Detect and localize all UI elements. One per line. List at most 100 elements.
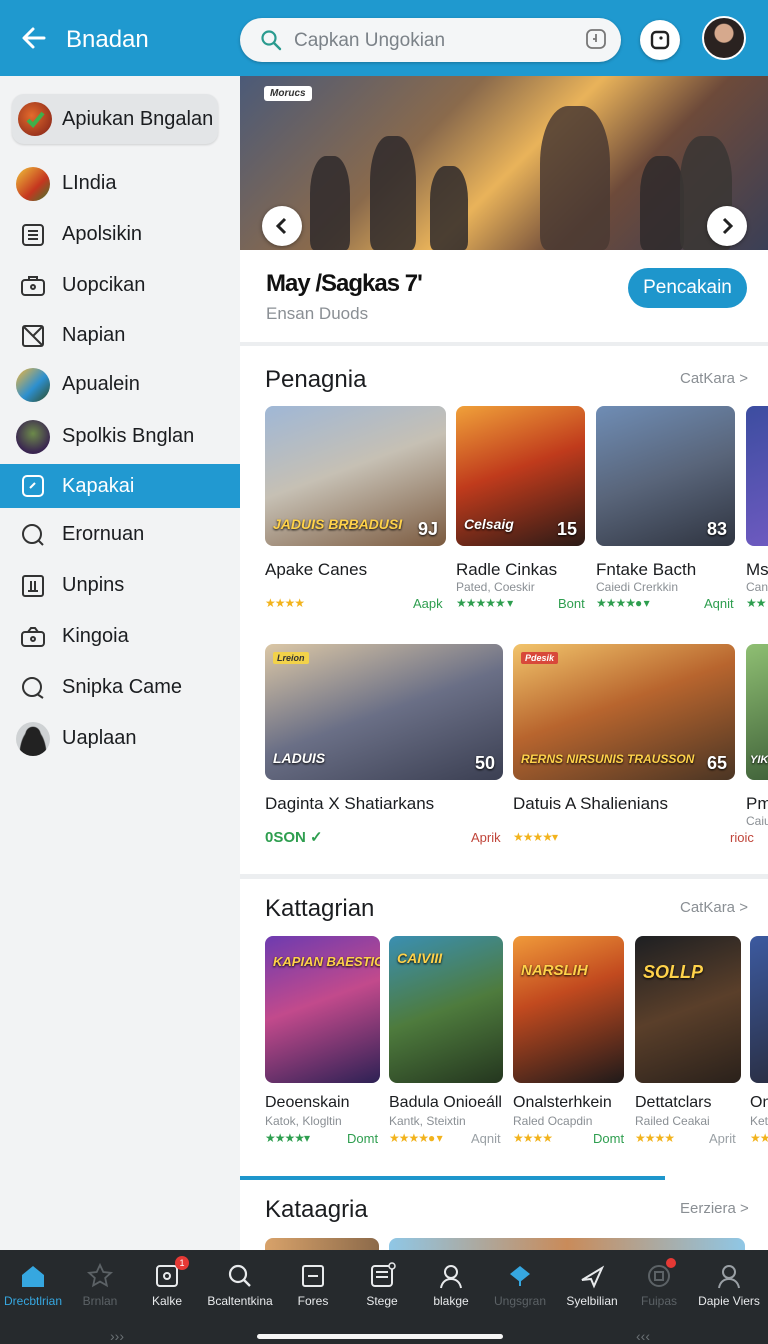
section-see-all-link[interactable]: CatKara > [680, 370, 748, 387]
nav-label: Stege [366, 1294, 398, 1308]
game-name: Deoenskain [265, 1094, 350, 1111]
section-see-all-link[interactable]: Eerziera > [680, 1200, 749, 1217]
sidebar-item-kingoia[interactable]: Kingoia [0, 613, 240, 659]
sidebar-item-erornuan[interactable]: Erornuan [0, 511, 240, 557]
game-card[interactable]: Celsaig 15 Radle Cinkas Pated, Coeskir ★… [456, 406, 586, 616]
nav-label: Fuipas [640, 1294, 678, 1308]
sidebar-item-unpins[interactable]: Unpins [0, 562, 240, 608]
thumbnail-title: CAIVIII [397, 950, 443, 966]
game-card[interactable]: KAPIAN BAESTIOS Deoenskain Katok, Kloglt… [265, 936, 380, 1156]
app-title: Bnadan [66, 26, 149, 53]
banner-next-button[interactable] [707, 206, 747, 246]
rating-badge: 83 [706, 519, 727, 539]
nav-item-home[interactable]: Drecbtlrian [0, 1250, 66, 1322]
nav-item-fuipas[interactable]: Fuipas [628, 1250, 690, 1322]
thumbnail-title: RERNS NIRSUNIS TRAUSSON [521, 752, 695, 766]
nav-item-profile[interactable]: blakge [418, 1250, 484, 1322]
game-card[interactable]: YIK Pm Caiu rioic [730, 644, 768, 854]
sidebar-item-label: Uaplaan [62, 727, 137, 749]
featured-action-button[interactable]: Pencakain [628, 268, 747, 308]
game-card[interactable]: NARSLIH Onalsterhkein Raled Ocapdin ★★★★… [513, 936, 625, 1156]
notification-badge: 1 [175, 1256, 189, 1270]
game-name: Ms [746, 560, 768, 579]
chevron-left-icon: ‹‹‹ [636, 1328, 650, 1344]
sidebar-item-label: Kapakai [62, 475, 135, 497]
featured-subtitle: Ensan Duods [266, 304, 369, 323]
rating-badge: 9J [417, 519, 438, 539]
nav-item-kalke[interactable]: 1 Kalke [134, 1250, 200, 1322]
user-avatar[interactable] [702, 16, 746, 60]
thumbnail-title: Celsaig [464, 516, 514, 532]
download-icon [22, 575, 44, 597]
sidebar-item-spolkis[interactable]: Spolkis Bnglan [0, 413, 240, 459]
game-meta: Aqnit [704, 596, 734, 611]
game-thumbnail: Pdesik RERNS NIRSUNIS TRAUSSON 65 [513, 644, 735, 780]
rating-badge: 15 [556, 519, 577, 539]
game-thumbnail[interactable] [389, 1238, 745, 1250]
chevron-right-icon: ››› [110, 1328, 124, 1344]
game-meta: Domt [347, 1131, 379, 1146]
game-thumbnail: 83 [596, 406, 735, 546]
game-card[interactable]: Ms Can ★★ [746, 406, 768, 616]
section-see-all-link[interactable]: CatKara > [680, 899, 748, 916]
chat-bubble-icon [22, 677, 44, 699]
search-icon [261, 30, 282, 51]
game-thumbnail: Celsaig 15 [456, 406, 585, 546]
thumbnail-tag: Lreion [273, 652, 309, 664]
thumbnail-title: YIK [750, 754, 768, 766]
hero-banner[interactable]: Morucs [240, 76, 768, 250]
briefcase-icon [21, 276, 45, 296]
sidebar-item-apualein[interactable]: Apualein [0, 361, 240, 407]
sidebar-item-snipka[interactable]: Snipka Came [0, 664, 240, 710]
game-card[interactable]: Lreion LADUIS 50 Daginta X Shatiarkans 0… [265, 644, 503, 854]
game-status: 0SON ✓ [265, 829, 323, 846]
game-thumbnail[interactable] [265, 1238, 379, 1250]
sidebar-item-apolsikin[interactable]: Apolsikin [0, 211, 240, 257]
sidebar-item-apiukan[interactable]: Apiukan Bngalan [12, 94, 218, 144]
sidebar-item-label: Apiukan Bngalan [62, 108, 214, 130]
nav-item-fores[interactable]: Fores [280, 1250, 346, 1322]
game-card[interactable]: On Ket ★★ [750, 936, 768, 1156]
nav-item-favorites[interactable]: Brnlan [66, 1250, 134, 1322]
banner-figure [430, 166, 468, 250]
game-card[interactable]: CAIVIII Badula Onioeáll Kantk, Steixtin … [389, 936, 503, 1156]
nav-item-ungsgran[interactable]: Ungsgran [484, 1250, 556, 1322]
game-card[interactable]: JADUIS BRBADUSI 9J Apake Canes ★★★★ Aapk [265, 406, 446, 616]
featured-title: May /Sagkas 7ʹ [266, 270, 423, 297]
game-name: Fntake Bacth [596, 560, 697, 579]
voice-search-icon[interactable] [585, 28, 607, 50]
game-meta: Aapk [413, 596, 443, 611]
banner-prev-button[interactable] [262, 206, 302, 246]
user-icon [718, 1265, 740, 1289]
nav-item-profile-view[interactable]: Dapie Viers [690, 1250, 768, 1322]
sidebar-item-kapakai[interactable]: Kapakai [0, 464, 240, 508]
star-rating: ★★★★★ ▾ [456, 596, 513, 610]
thumbnail-title: LADUIS [273, 750, 326, 766]
nav-item-syelbilian[interactable]: Syelbilian [556, 1250, 628, 1322]
game-meta: Aprik [471, 830, 501, 845]
game-developer: Pated, Coeskir [456, 580, 535, 594]
nav-label: blakge [433, 1294, 469, 1308]
sidebar-item-uaplaan[interactable]: Uaplaan [0, 715, 240, 761]
search-icon [228, 1264, 251, 1287]
star-rating: ★★★★▾ [513, 830, 558, 844]
game-name: Radle Cinkas [456, 560, 558, 579]
game-name: Pm [746, 794, 768, 813]
sidebar-item-lindia[interactable]: LIndia [0, 160, 240, 206]
notifications-button[interactable] [640, 20, 680, 60]
game-card[interactable]: 83 Fntake Bacth Caiedi Crerkkin ★★★★● ▾ … [596, 406, 736, 616]
sidebar-item-uopcikan[interactable]: Uopcikan [0, 262, 240, 308]
nav-item-search[interactable]: Bcaltentkina [200, 1250, 280, 1322]
game-card[interactable]: Pdesik RERNS NIRSUNIS TRAUSSON 65 Datuis… [513, 644, 736, 854]
main-content: Morucs May /Sagkas 7ʹ Ensan Duods Pencak… [240, 76, 768, 1250]
game-card[interactable]: SOLLP Dettatclars Railed Ceakai ★★★★ Apr… [635, 936, 741, 1156]
game-thumbnail [750, 936, 768, 1083]
star-rating: ★★★★ [635, 1131, 675, 1145]
back-arrow-icon[interactable] [18, 22, 50, 54]
home-indicator[interactable] [257, 1334, 503, 1339]
banner-figure [640, 156, 684, 250]
sidebar-item-napian[interactable]: Napian [0, 312, 240, 358]
nav-item-stege[interactable]: Stege [346, 1250, 418, 1322]
chevron-right-icon [722, 217, 734, 235]
search-bar[interactable]: Capkan Ungokian [240, 18, 621, 62]
